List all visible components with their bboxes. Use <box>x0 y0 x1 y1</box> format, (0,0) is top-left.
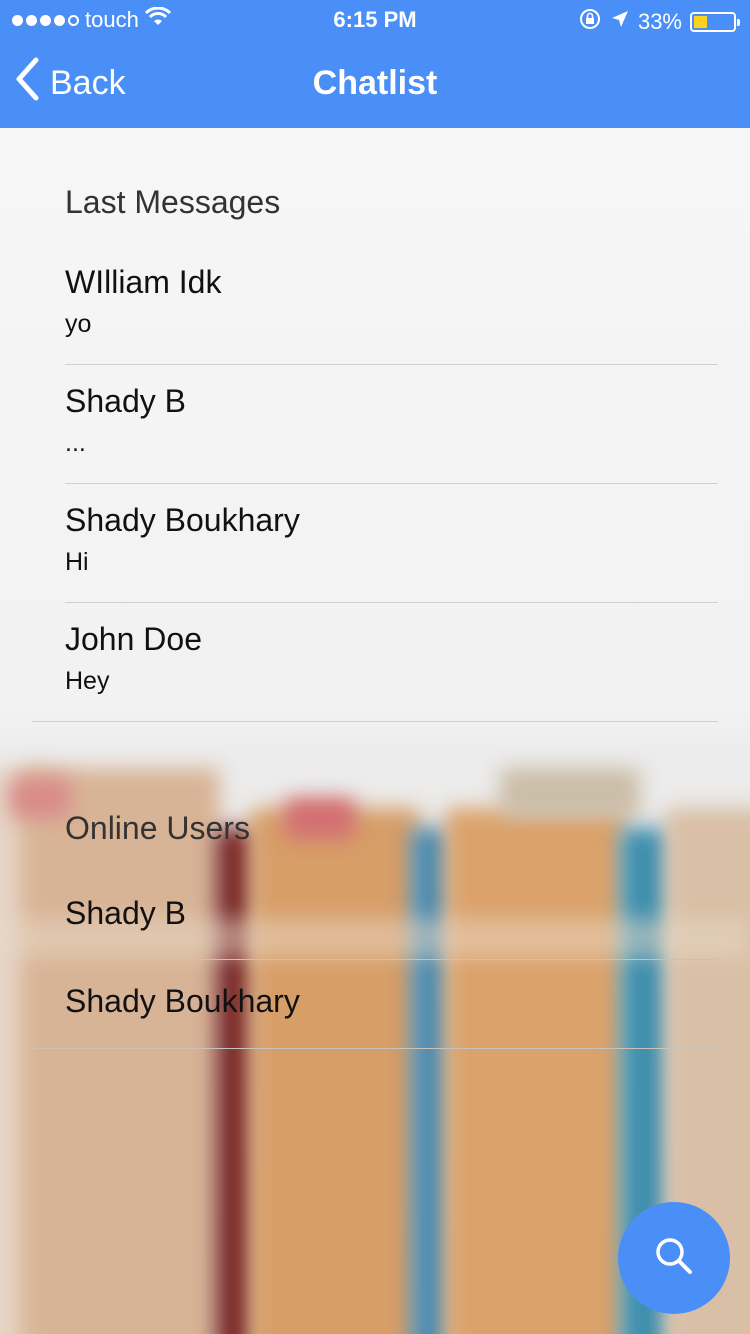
last-message-text: ... <box>65 429 86 457</box>
last-message-text: Hi <box>65 548 89 576</box>
online-users-heading: Online Users <box>65 810 250 846</box>
status-right: 33% <box>578 7 740 37</box>
section-divider <box>32 721 718 722</box>
user-name: Shady B <box>65 895 186 931</box>
status-bar: touch 6:15 PM 33% <box>0 0 750 40</box>
list-item[interactable]: Shady Boukhary Hi <box>65 501 718 577</box>
location-icon <box>610 9 630 35</box>
list-item[interactable]: John Doe Hey <box>65 620 718 696</box>
search-icon <box>654 1236 694 1281</box>
last-message-text: Hey <box>65 667 110 695</box>
contact-name: Shady Boukhary <box>65 502 300 538</box>
contact-name: WIlliam Idk <box>65 264 222 300</box>
battery-icon <box>690 12 740 32</box>
contact-name: Shady B <box>65 383 186 419</box>
search-button[interactable] <box>618 1202 730 1314</box>
online-user-item[interactable]: Shady B <box>65 894 718 932</box>
navigation-bar: Back Chatlist <box>0 40 750 128</box>
last-message-text: yo <box>65 310 92 338</box>
online-user-item[interactable]: Shady Boukhary <box>65 982 718 1020</box>
divider <box>65 483 718 484</box>
contact-name: John Doe <box>65 621 202 657</box>
list-item[interactable]: Shady B ... <box>65 382 718 458</box>
page-title: Chatlist <box>312 64 438 102</box>
divider <box>65 602 718 603</box>
top-bar: touch 6:15 PM 33% Back Chatlist <box>0 0 750 128</box>
list-item[interactable]: WIlliam Idk yo <box>65 263 718 339</box>
user-name: Shady Boukhary <box>65 983 300 1019</box>
divider <box>65 959 718 960</box>
orientation-lock-icon <box>578 7 602 37</box>
section-divider <box>32 1048 718 1049</box>
last-messages-heading: Last Messages <box>65 184 281 220</box>
divider <box>65 364 718 365</box>
battery-percent: 33% <box>637 9 682 34</box>
